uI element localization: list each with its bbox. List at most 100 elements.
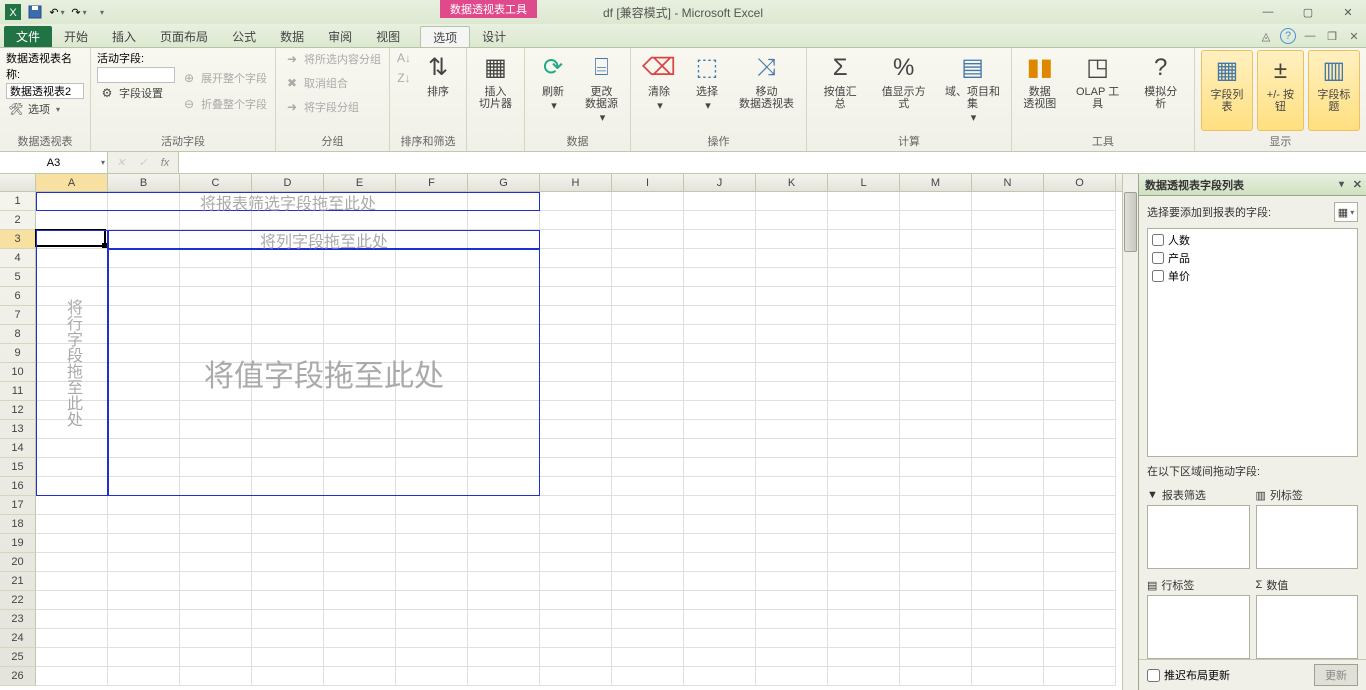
cell[interactable]: [756, 211, 828, 230]
cell[interactable]: [684, 249, 756, 268]
cell[interactable]: [108, 211, 180, 230]
cell[interactable]: [1044, 553, 1116, 572]
cell[interactable]: [252, 249, 324, 268]
cell[interactable]: [1044, 382, 1116, 401]
cell[interactable]: [540, 572, 612, 591]
cell[interactable]: [684, 496, 756, 515]
cell[interactable]: [540, 249, 612, 268]
cell[interactable]: [828, 325, 900, 344]
row-header-8[interactable]: 8: [0, 325, 36, 344]
cell[interactable]: [900, 591, 972, 610]
wb-restore-icon[interactable]: ❐: [1324, 28, 1340, 44]
cell[interactable]: [1044, 458, 1116, 477]
area-rows-box[interactable]: [1147, 595, 1250, 659]
cell[interactable]: [1044, 591, 1116, 610]
cell[interactable]: [108, 667, 180, 686]
cell[interactable]: [324, 610, 396, 629]
cell[interactable]: [828, 629, 900, 648]
cell[interactable]: [180, 458, 252, 477]
row-header-5[interactable]: 5: [0, 268, 36, 287]
cell[interactable]: [756, 572, 828, 591]
cell[interactable]: [684, 401, 756, 420]
pivotchart-button[interactable]: ▮▮数据 透视图: [1018, 50, 1062, 131]
cell[interactable]: [756, 458, 828, 477]
cell[interactable]: [900, 629, 972, 648]
cell[interactable]: [1044, 230, 1116, 249]
cell[interactable]: [756, 268, 828, 287]
cell[interactable]: [180, 192, 252, 211]
fields-items-button[interactable]: ▤域、项目和 集▾: [940, 50, 1005, 131]
cell[interactable]: [324, 363, 396, 382]
cell[interactable]: [324, 420, 396, 439]
cell[interactable]: [612, 534, 684, 553]
select-button[interactable]: ⬚选择▾: [685, 50, 729, 131]
cell[interactable]: [180, 363, 252, 382]
cell[interactable]: [1044, 249, 1116, 268]
select-all-corner[interactable]: [0, 174, 36, 191]
area-values[interactable]: Σ数值: [1256, 575, 1359, 659]
cell[interactable]: [612, 363, 684, 382]
cell[interactable]: [1044, 667, 1116, 686]
cell[interactable]: [396, 534, 468, 553]
cell[interactable]: [324, 344, 396, 363]
col-header-C[interactable]: C: [180, 174, 252, 191]
cell[interactable]: [180, 553, 252, 572]
save-icon[interactable]: [26, 3, 44, 21]
cell[interactable]: [108, 648, 180, 667]
cell[interactable]: [324, 534, 396, 553]
cell[interactable]: [612, 344, 684, 363]
cell[interactable]: [972, 477, 1044, 496]
row-header-7[interactable]: 7: [0, 306, 36, 325]
cell[interactable]: [540, 534, 612, 553]
cell[interactable]: [828, 249, 900, 268]
cell[interactable]: [972, 344, 1044, 363]
cell[interactable]: [540, 420, 612, 439]
cell[interactable]: [972, 591, 1044, 610]
cell[interactable]: [180, 610, 252, 629]
cell[interactable]: [396, 401, 468, 420]
cell[interactable]: [324, 192, 396, 211]
cell[interactable]: [828, 667, 900, 686]
cell[interactable]: [180, 591, 252, 610]
cell[interactable]: [828, 230, 900, 249]
ribbon-min-icon[interactable]: ◬: [1258, 28, 1274, 44]
cell[interactable]: [756, 287, 828, 306]
cell[interactable]: [396, 458, 468, 477]
cell[interactable]: [900, 306, 972, 325]
cell[interactable]: [828, 477, 900, 496]
cell[interactable]: [324, 287, 396, 306]
cell[interactable]: [36, 553, 108, 572]
scrollbar-thumb[interactable]: [1124, 192, 1137, 252]
cell[interactable]: [396, 496, 468, 515]
cell[interactable]: [900, 420, 972, 439]
cell[interactable]: [900, 211, 972, 230]
cell[interactable]: [468, 382, 540, 401]
col-header-F[interactable]: F: [396, 174, 468, 191]
cell[interactable]: [612, 420, 684, 439]
cell[interactable]: [252, 515, 324, 534]
cell[interactable]: [684, 363, 756, 382]
cell[interactable]: [180, 268, 252, 287]
cell[interactable]: [756, 534, 828, 553]
cell[interactable]: [684, 648, 756, 667]
cell[interactable]: [756, 591, 828, 610]
cell[interactable]: [612, 477, 684, 496]
cell[interactable]: [108, 420, 180, 439]
cell[interactable]: [324, 325, 396, 344]
cell[interactable]: [180, 211, 252, 230]
pane-dropdown-icon[interactable]: ▾: [1339, 179, 1344, 190]
cell[interactable]: [324, 306, 396, 325]
plusminus-toggle[interactable]: ±+/- 按钮: [1257, 50, 1304, 131]
cell[interactable]: [900, 344, 972, 363]
cell[interactable]: [468, 401, 540, 420]
cell[interactable]: [540, 496, 612, 515]
cell[interactable]: [36, 496, 108, 515]
col-header-A[interactable]: A: [36, 174, 108, 191]
cell[interactable]: [972, 534, 1044, 553]
cell[interactable]: [828, 420, 900, 439]
cell[interactable]: [756, 325, 828, 344]
close-button[interactable]: ✕: [1334, 3, 1362, 21]
cell[interactable]: [324, 230, 396, 249]
cell[interactable]: [828, 401, 900, 420]
row-header-14[interactable]: 14: [0, 439, 36, 458]
